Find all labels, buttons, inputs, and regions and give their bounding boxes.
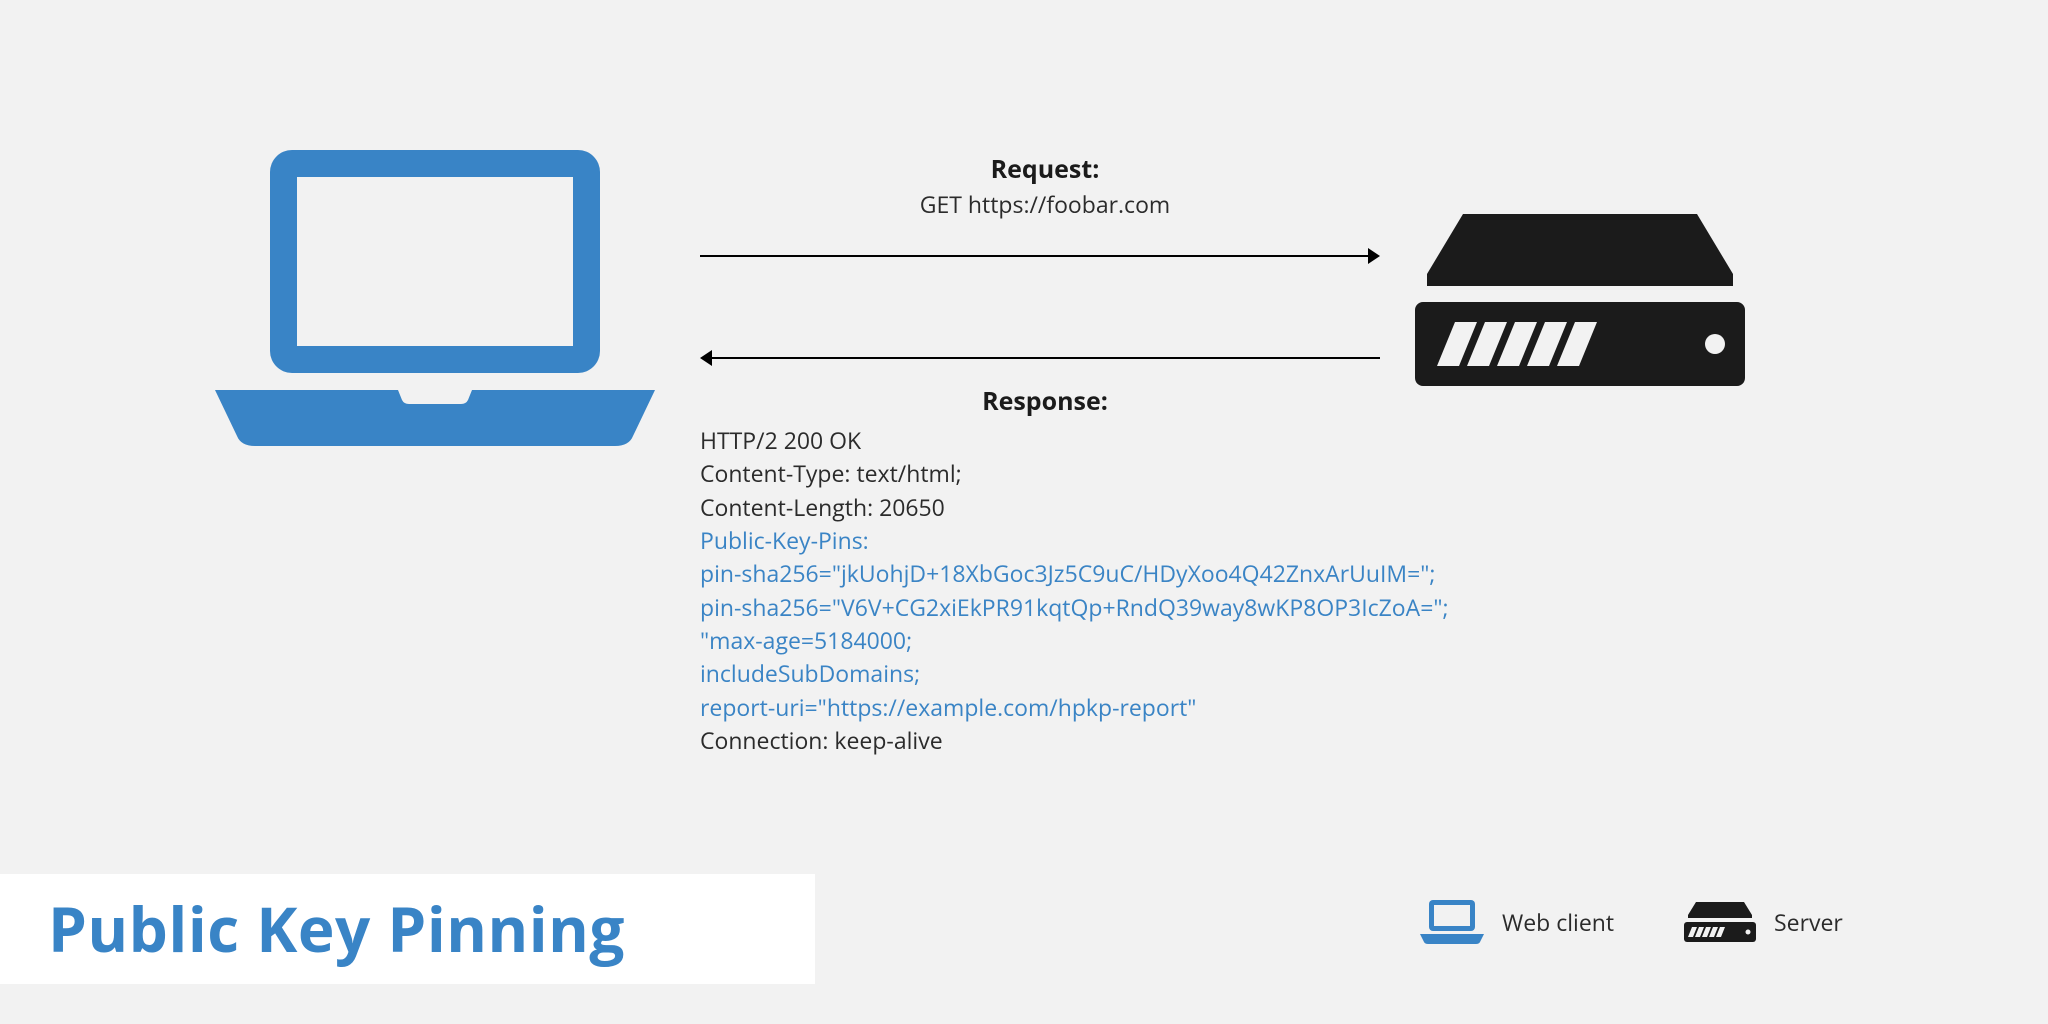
laptop-icon [1420, 900, 1484, 944]
response-line: Content-Type: text/html; [700, 457, 1449, 490]
response-line: report-uri="https://example.com/hpkp-rep… [700, 691, 1449, 724]
response-line: Connection: keep-alive [700, 724, 1449, 757]
response-line: Content-Length: 20650 [700, 491, 1449, 524]
page-title: Public Key Pinning [48, 887, 625, 971]
request-value: GET https://foobar.com [695, 188, 1395, 220]
laptop-icon [215, 150, 655, 455]
response-line: "max-age=5184000; [700, 624, 1449, 657]
response-body: HTTP/2 200 OKContent-Type: text/html;Con… [700, 424, 1449, 757]
response-line: pin-sha256="jkUohjD+18XbGoc3Jz5C9uC/HDyX… [700, 557, 1449, 590]
request-label: Request: [695, 152, 1395, 186]
arrow-response [700, 348, 1380, 368]
legend-server: Server [1684, 902, 1843, 942]
title-box: Public Key Pinning [0, 874, 815, 984]
request-section: Request: GET https://foobar.com [695, 152, 1395, 220]
server-icon [1415, 214, 1745, 394]
response-label: Response: [695, 384, 1395, 418]
legend-client-label: Web client [1502, 906, 1614, 938]
arrow-request [700, 246, 1380, 266]
legend-client: Web client [1420, 900, 1614, 944]
response-line: includeSubDomains; [700, 657, 1449, 690]
legend-server-label: Server [1774, 906, 1843, 938]
server-icon [1684, 902, 1756, 942]
legend: Web client Server [1420, 900, 1843, 944]
response-line: Public-Key-Pins: [700, 524, 1449, 557]
response-line: HTTP/2 200 OK [700, 424, 1449, 457]
response-line: pin-sha256="V6V+CG2xiEkPR91kqtQp+RndQ39w… [700, 591, 1449, 624]
